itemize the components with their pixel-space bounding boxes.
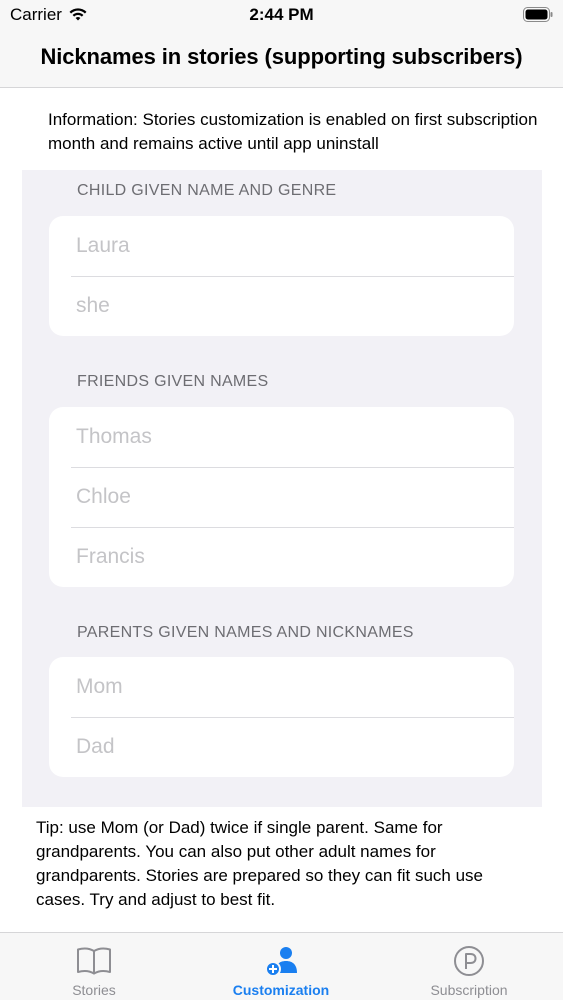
screen: Carrier 2:44 PM Nicknames in stories (su… <box>0 0 563 1000</box>
section-header-parents: PARENTS GIVEN NAMES AND NICKNAMES <box>77 624 414 641</box>
status-time: 2:44 PM <box>249 5 314 24</box>
navigation-bar: Nicknames in stories (supporting subscri… <box>0 30 563 88</box>
parent-1-row <box>49 657 514 717</box>
friend-1-input[interactable] <box>76 407 496 467</box>
coin-icon <box>454 946 484 976</box>
child-group <box>49 216 514 336</box>
tab-stories-label: Stories <box>72 982 116 998</box>
friend-2-input[interactable] <box>76 467 496 527</box>
tab-stories[interactable]: Stories <box>0 933 188 1000</box>
info-text: Information: Stories customization is en… <box>48 110 538 153</box>
book-icon <box>77 947 111 975</box>
parent-2-input[interactable] <box>76 717 496 777</box>
tab-bar: Stories Customization Subscription <box>0 932 563 1000</box>
friend-1-row <box>49 407 514 467</box>
tab-subscription[interactable]: Subscription <box>375 933 563 1000</box>
parents-group <box>49 657 514 777</box>
friend-2-row <box>49 467 514 527</box>
friend-3-input[interactable] <box>76 527 496 587</box>
tip-text: Tip: use Mom (or Dad) twice if single pa… <box>36 818 483 909</box>
person-add-icon <box>265 947 297 977</box>
battery-icon <box>523 7 553 22</box>
child-name-row <box>49 216 514 276</box>
child-genre-input[interactable] <box>76 276 496 336</box>
friends-group <box>49 407 514 587</box>
friend-3-row <box>49 527 514 587</box>
child-genre-row <box>49 276 514 336</box>
status-bar: Carrier 2:44 PM <box>0 0 563 30</box>
parent-1-input[interactable] <box>76 657 496 717</box>
tab-subscription-label: Subscription <box>430 982 508 998</box>
section-header-friends: FRIENDS GIVEN NAMES <box>77 373 269 390</box>
child-name-input[interactable] <box>76 216 496 276</box>
section-header-child: CHILD GIVEN NAME AND GENRE <box>77 182 337 199</box>
page-title: Nicknames in stories (supporting subscri… <box>40 44 523 69</box>
tab-customization-label: Customization <box>232 982 330 998</box>
parent-2-row <box>49 717 514 777</box>
tab-customization[interactable]: Customization <box>187 933 375 1000</box>
